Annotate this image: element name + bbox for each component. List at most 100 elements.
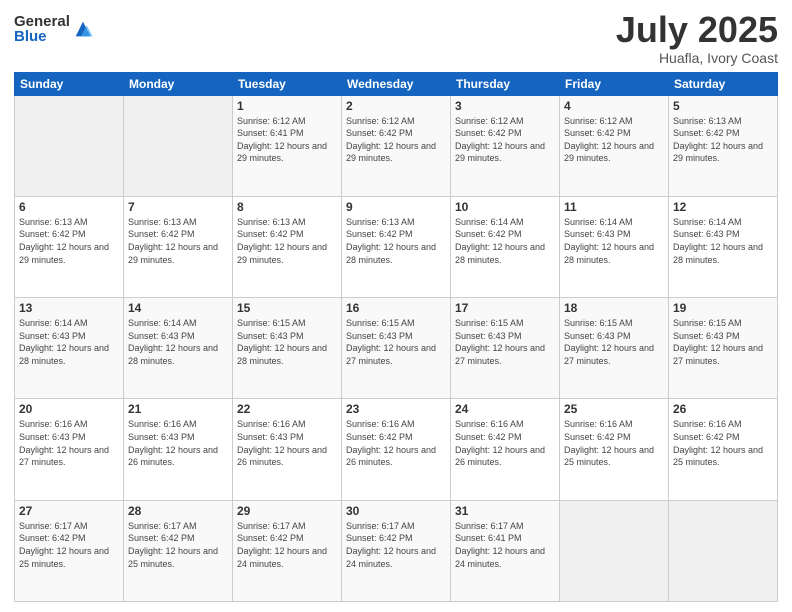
month-title: July 2025 [616,10,778,50]
day-number: 14 [128,301,228,315]
calendar-cell: 10 Sunrise: 6:14 AM Sunset: 6:42 PM Dayli… [451,196,560,297]
calendar-cell: 4 Sunrise: 6:12 AM Sunset: 6:42 PM Daylig… [560,95,669,196]
logo: General Blue [14,14,94,44]
day-info: Sunrise: 6:17 AM Sunset: 6:42 PM Dayligh… [19,520,119,570]
day-number: 26 [673,402,773,416]
day-info: Sunrise: 6:14 AM Sunset: 6:42 PM Dayligh… [455,216,555,266]
day-info: Sunrise: 6:14 AM Sunset: 6:43 PM Dayligh… [673,216,773,266]
calendar-cell: 15Sunrise: 6:15 AM Sunset: 6:43 PM Dayli… [233,298,342,399]
day-info: Sunrise: 6:12 AM Sunset: 6:42 PM Dayligh… [564,115,664,165]
day-info: Sunrise: 6:13 AM Sunset: 6:42 PM Dayligh… [346,216,446,266]
calendar-header-sunday: Sunday [15,72,124,95]
day-info: Sunrise: 6:12 AM Sunset: 6:42 PM Dayligh… [346,115,446,165]
day-number: 6 [19,200,119,214]
day-info: Sunrise: 6:16 AM Sunset: 6:42 PM Dayligh… [564,418,664,468]
calendar-cell [669,500,778,601]
calendar-cell: 25Sunrise: 6:16 AM Sunset: 6:42 PM Dayli… [560,399,669,500]
day-info: Sunrise: 6:16 AM Sunset: 6:42 PM Dayligh… [673,418,773,468]
day-number: 9 [346,200,446,214]
calendar-week-0: 1Sunrise: 6:12 AM Sunset: 6:41 PM Daylig… [15,95,778,196]
day-info: Sunrise: 6:17 AM Sunset: 6:42 PM Dayligh… [237,520,337,570]
header: General Blue July 2025 Huafla, Ivory Coa… [14,10,778,66]
calendar-header-friday: Friday [560,72,669,95]
day-number: 2 [346,99,446,113]
day-number: 22 [237,402,337,416]
day-info: Sunrise: 6:14 AM Sunset: 6:43 PM Dayligh… [19,317,119,367]
calendar-cell: 28 Sunrise: 6:17 AM Sunset: 6:42 PM Dayli… [124,500,233,601]
title-area: July 2025 Huafla, Ivory Coast [616,10,778,66]
calendar-header-monday: Monday [124,72,233,95]
day-number: 20 [19,402,119,416]
calendar-header-wednesday: Wednesday [342,72,451,95]
day-number: 21 [128,402,228,416]
day-info: Sunrise: 6:13 AM Sunset: 6:42 PM Dayligh… [673,115,773,165]
calendar-cell: 21Sunrise: 6:16 AM Sunset: 6:43 PM Dayli… [124,399,233,500]
day-info: Sunrise: 6:13 AM Sunset: 6:42 PM Dayligh… [128,216,228,266]
logo-general: General [14,14,70,29]
day-info: Sunrise: 6:17 AM Sunset: 6:41 PM Dayligh… [455,520,555,570]
calendar-cell: 23Sunrise: 6:16 AM Sunset: 6:42 PM Dayli… [342,399,451,500]
day-number: 24 [455,402,555,416]
calendar-cell: 11 Sunrise: 6:14 AM Sunset: 6:43 PM Dayli… [560,196,669,297]
page: General Blue July 2025 Huafla, Ivory Coa… [0,0,792,612]
day-info: Sunrise: 6:14 AM Sunset: 6:43 PM Dayligh… [564,216,664,266]
day-number: 12 [673,200,773,214]
calendar-body: 1Sunrise: 6:12 AM Sunset: 6:41 PM Daylig… [15,95,778,601]
calendar-header-saturday: Saturday [669,72,778,95]
calendar-week-4: 27 Sunrise: 6:17 AM Sunset: 6:42 PM Dayli… [15,500,778,601]
day-number: 18 [564,301,664,315]
calendar-cell: 20 Sunrise: 6:16 AM Sunset: 6:43 PM Dayli… [15,399,124,500]
calendar-header-row: SundayMondayTuesdayWednesdayThursdayFrid… [15,72,778,95]
day-number: 1 [237,99,337,113]
calendar-cell: 2 Sunrise: 6:12 AM Sunset: 6:42 PM Daylig… [342,95,451,196]
calendar-cell [560,500,669,601]
day-info: Sunrise: 6:13 AM Sunset: 6:42 PM Dayligh… [19,216,119,266]
calendar-cell: 26 Sunrise: 6:16 AM Sunset: 6:42 PM Dayli… [669,399,778,500]
calendar-header-thursday: Thursday [451,72,560,95]
calendar-cell: 3Sunrise: 6:12 AM Sunset: 6:42 PM Daylig… [451,95,560,196]
day-number: 8 [237,200,337,214]
day-number: 17 [455,301,555,315]
calendar-cell: 5 Sunrise: 6:13 AM Sunset: 6:42 PM Daylig… [669,95,778,196]
day-number: 10 [455,200,555,214]
day-number: 11 [564,200,664,214]
calendar-week-3: 20 Sunrise: 6:16 AM Sunset: 6:43 PM Dayli… [15,399,778,500]
day-number: 7 [128,200,228,214]
day-info: Sunrise: 6:16 AM Sunset: 6:42 PM Dayligh… [455,418,555,468]
calendar-header-tuesday: Tuesday [233,72,342,95]
calendar-cell: 12 Sunrise: 6:14 AM Sunset: 6:43 PM Dayli… [669,196,778,297]
calendar-cell: 8 Sunrise: 6:13 AM Sunset: 6:42 PM Daylig… [233,196,342,297]
day-number: 27 [19,504,119,518]
calendar-cell: 9 Sunrise: 6:13 AM Sunset: 6:42 PM Daylig… [342,196,451,297]
calendar-cell: 13Sunrise: 6:14 AM Sunset: 6:43 PM Dayli… [15,298,124,399]
day-info: Sunrise: 6:17 AM Sunset: 6:42 PM Dayligh… [128,520,228,570]
calendar-cell [124,95,233,196]
day-info: Sunrise: 6:15 AM Sunset: 6:43 PM Dayligh… [673,317,773,367]
calendar-table: SundayMondayTuesdayWednesdayThursdayFrid… [14,72,778,602]
day-number: 31 [455,504,555,518]
day-info: Sunrise: 6:15 AM Sunset: 6:43 PM Dayligh… [564,317,664,367]
calendar-cell: 18 Sunrise: 6:15 AM Sunset: 6:43 PM Dayli… [560,298,669,399]
day-number: 28 [128,504,228,518]
calendar-week-1: 6 Sunrise: 6:13 AM Sunset: 6:42 PM Daylig… [15,196,778,297]
day-number: 4 [564,99,664,113]
day-info: Sunrise: 6:15 AM Sunset: 6:43 PM Dayligh… [346,317,446,367]
day-number: 5 [673,99,773,113]
day-info: Sunrise: 6:16 AM Sunset: 6:43 PM Dayligh… [19,418,119,468]
day-info: Sunrise: 6:17 AM Sunset: 6:42 PM Dayligh… [346,520,446,570]
day-info: Sunrise: 6:14 AM Sunset: 6:43 PM Dayligh… [128,317,228,367]
day-number: 29 [237,504,337,518]
day-number: 23 [346,402,446,416]
day-number: 30 [346,504,446,518]
day-number: 19 [673,301,773,315]
location-subtitle: Huafla, Ivory Coast [616,50,778,66]
calendar-cell: 30 Sunrise: 6:17 AM Sunset: 6:42 PM Dayli… [342,500,451,601]
day-info: Sunrise: 6:16 AM Sunset: 6:43 PM Dayligh… [237,418,337,468]
calendar-week-2: 13Sunrise: 6:14 AM Sunset: 6:43 PM Dayli… [15,298,778,399]
day-info: Sunrise: 6:13 AM Sunset: 6:42 PM Dayligh… [237,216,337,266]
calendar-cell: 22 Sunrise: 6:16 AM Sunset: 6:43 PM Dayli… [233,399,342,500]
calendar-cell: 29 Sunrise: 6:17 AM Sunset: 6:42 PM Dayli… [233,500,342,601]
day-info: Sunrise: 6:15 AM Sunset: 6:43 PM Dayligh… [237,317,337,367]
calendar-cell: 19 Sunrise: 6:15 AM Sunset: 6:43 PM Dayli… [669,298,778,399]
calendar-cell: 7 Sunrise: 6:13 AM Sunset: 6:42 PM Daylig… [124,196,233,297]
